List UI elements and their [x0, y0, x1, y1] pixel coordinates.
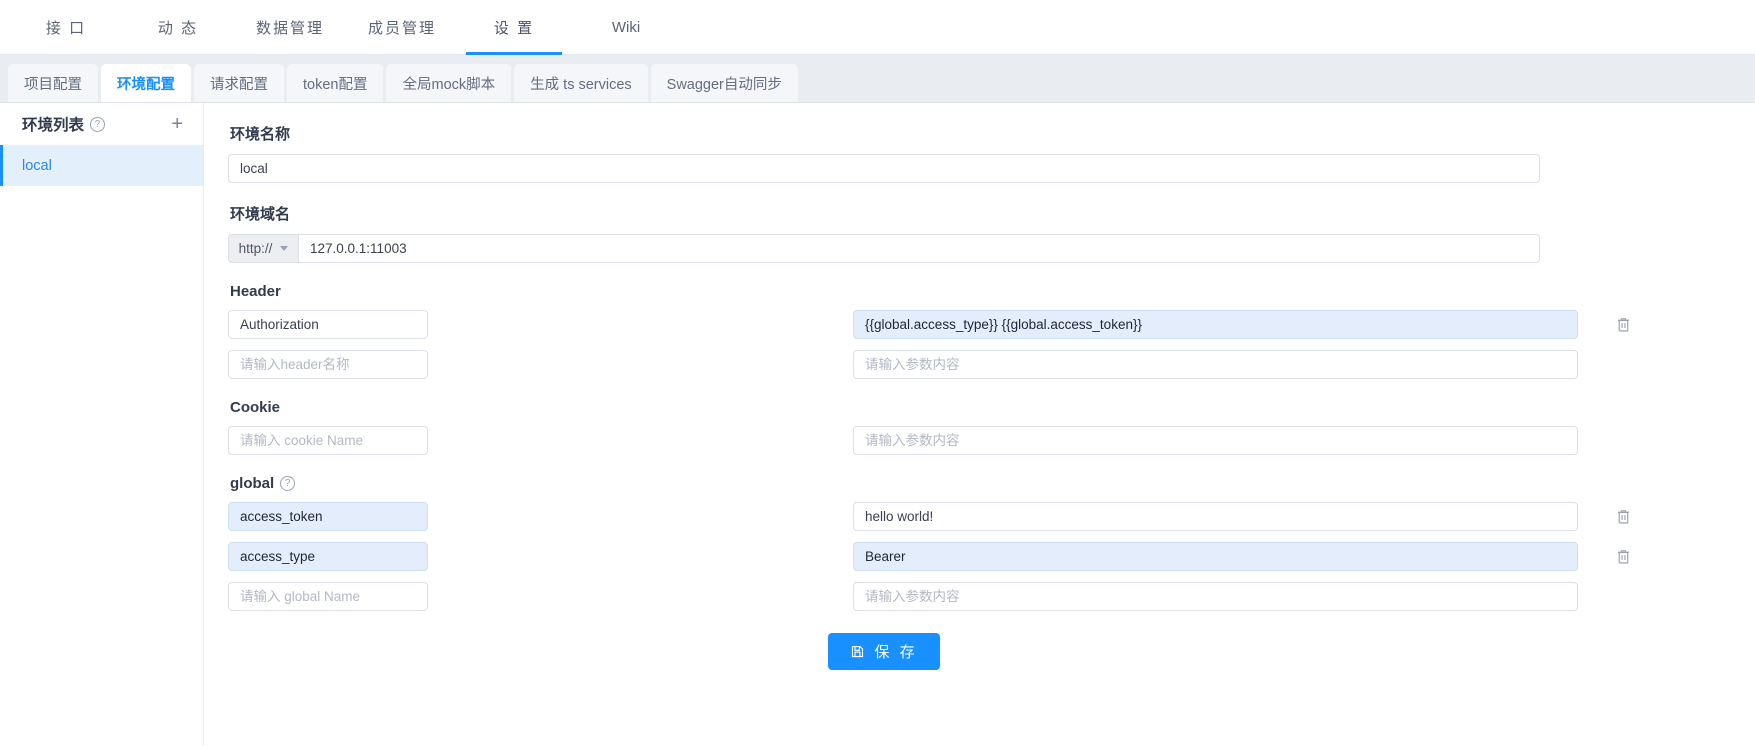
label-text: global — [230, 475, 274, 492]
primary-navigation: 接 口 动 态 数据管理 成员管理 设 置 Wiki — [0, 0, 1755, 55]
header-row — [228, 350, 1727, 379]
header-key-input[interactable] — [228, 350, 428, 379]
tab-label: 全局mock脚本 — [402, 73, 495, 94]
cookie-section-label: Cookie — [230, 399, 1727, 416]
tab-environment-config[interactable]: 环境配置 — [101, 64, 191, 102]
global-key-cell — [228, 502, 428, 531]
environment-sidebar: 环境列表 ? + local — [0, 103, 204, 746]
sidebar-title: 环境列表 — [22, 113, 84, 135]
tab-swagger-auto-sync[interactable]: Swagger自动同步 — [651, 64, 798, 102]
label-text: 环境域名 — [230, 203, 290, 224]
global-key-cell — [228, 582, 428, 611]
tab-label: 请求配置 — [210, 73, 268, 94]
header-key-input[interactable] — [228, 310, 428, 339]
save-button-container: 保 存 — [228, 633, 1540, 670]
cookie-value-input[interactable] — [853, 426, 1578, 455]
global-value-cell — [853, 582, 1578, 611]
global-key-input[interactable] — [228, 502, 428, 531]
header-section-label: Header — [230, 283, 1727, 300]
header-value-input[interactable] — [853, 310, 1578, 339]
global-row-delete-button[interactable] — [1578, 548, 1668, 565]
nav-item-label: 成员管理 — [368, 17, 436, 38]
global-key-input[interactable] — [228, 582, 428, 611]
global-row — [228, 542, 1727, 571]
save-icon — [850, 644, 865, 659]
sidebar-header: 环境列表 ? + — [0, 103, 203, 145]
global-value-cell — [853, 542, 1578, 571]
protocol-select[interactable]: http:// — [228, 234, 298, 263]
env-domain-row: http:// — [228, 234, 1540, 263]
label-text: 环境名称 — [230, 123, 290, 144]
chevron-down-icon — [280, 246, 288, 251]
global-key-input[interactable] — [228, 542, 428, 571]
nav-item-wiki[interactable]: Wiki — [570, 0, 682, 54]
nav-item-label: 设 置 — [494, 17, 534, 38]
tab-label: Swagger自动同步 — [667, 73, 782, 94]
global-value-input[interactable] — [853, 502, 1578, 531]
global-key-cell — [228, 542, 428, 571]
cookie-key-input[interactable] — [228, 426, 428, 455]
cookie-value-cell — [853, 426, 1578, 455]
cookie-row — [228, 426, 1727, 455]
tab-generate-ts-services[interactable]: 生成 ts services — [514, 64, 648, 102]
page-body: 环境列表 ? + local 环境名称 环境域名 http:// Header — [0, 103, 1755, 746]
tab-label: token配置 — [303, 73, 367, 94]
plus-icon[interactable]: + — [171, 114, 183, 134]
global-row — [228, 582, 1727, 611]
nav-item-label: 接 口 — [46, 17, 86, 38]
save-button-label: 保 存 — [874, 641, 917, 662]
header-row — [228, 310, 1727, 339]
global-value-input[interactable] — [853, 542, 1578, 571]
label-text: Cookie — [230, 399, 280, 416]
nav-item-activity[interactable]: 动 态 — [122, 0, 234, 54]
sidebar-item-label: local — [22, 158, 52, 174]
tab-label: 项目配置 — [24, 73, 82, 94]
tab-label: 生成 ts services — [530, 73, 632, 94]
header-row-delete-button[interactable] — [1578, 316, 1668, 333]
nav-item-interface[interactable]: 接 口 — [10, 0, 122, 54]
save-button[interactable]: 保 存 — [828, 633, 939, 670]
cookie-key-cell — [228, 426, 428, 455]
global-section-label: global ? — [230, 475, 1727, 492]
header-value-cell — [853, 310, 1578, 339]
global-row-delete-button[interactable] — [1578, 508, 1668, 525]
header-value-input[interactable] — [853, 350, 1578, 379]
nav-item-label: 数据管理 — [256, 17, 324, 38]
sidebar-item-local[interactable]: local — [0, 145, 203, 186]
header-value-cell — [853, 350, 1578, 379]
nav-item-label: Wiki — [612, 19, 640, 36]
question-circle-icon[interactable]: ? — [90, 117, 105, 132]
header-key-cell — [228, 350, 428, 379]
env-domain-label: 环境域名 — [230, 203, 1727, 224]
label-text: Header — [230, 283, 281, 300]
tab-request-config[interactable]: 请求配置 — [194, 64, 284, 102]
environment-form: 环境名称 环境域名 http:// Header — [204, 103, 1755, 746]
nav-item-settings[interactable]: 设 置 — [458, 0, 570, 54]
nav-item-label: 动 态 — [158, 17, 198, 38]
protocol-value: http:// — [239, 241, 273, 256]
env-domain-input[interactable] — [298, 234, 1540, 263]
global-value-cell — [853, 502, 1578, 531]
question-circle-icon[interactable]: ? — [280, 476, 295, 491]
tab-label: 环境配置 — [117, 73, 175, 94]
env-name-input[interactable] — [228, 154, 1540, 183]
nav-item-member-management[interactable]: 成员管理 — [346, 0, 458, 54]
global-value-input[interactable] — [853, 582, 1578, 611]
env-name-label: 环境名称 — [230, 123, 1727, 144]
trash-icon — [1615, 316, 1632, 333]
settings-tab-bar: 项目配置 环境配置 请求配置 token配置 全局mock脚本 生成 ts se… — [0, 55, 1755, 103]
tab-global-mock-script[interactable]: 全局mock脚本 — [386, 64, 511, 102]
global-row — [228, 502, 1727, 531]
trash-icon — [1615, 548, 1632, 565]
tab-token-config[interactable]: token配置 — [287, 64, 383, 102]
nav-item-data-management[interactable]: 数据管理 — [234, 0, 346, 54]
header-key-cell — [228, 310, 428, 339]
tab-project-config[interactable]: 项目配置 — [8, 64, 98, 102]
trash-icon — [1615, 508, 1632, 525]
